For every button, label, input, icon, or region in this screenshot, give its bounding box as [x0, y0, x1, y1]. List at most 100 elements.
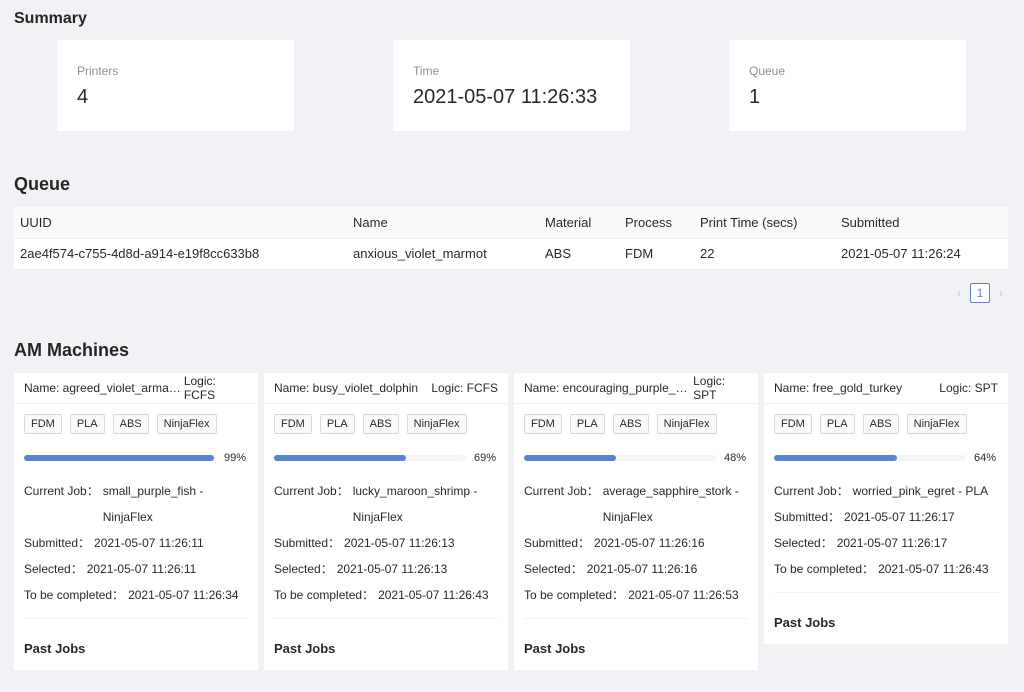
chevron-left-icon[interactable]: ‹ — [952, 286, 966, 300]
machine-card-header: Name: agreed_violet_armadillo Logic: FCF… — [14, 373, 258, 404]
stat-value: 4 — [77, 86, 89, 108]
tag-ninjaflex: NinjaFlex — [156, 414, 217, 434]
machine-name: Name: agreed_violet_armadillo — [24, 381, 184, 395]
material-tags: FDM PLA ABS NinjaFlex — [774, 414, 998, 434]
machine-card: Name: free_gold_turkey Logic: SPT FDM PL… — [764, 373, 1008, 644]
submitted-value: 2021-05-07 11:26:11 — [94, 536, 204, 550]
tag-abs: ABS — [862, 414, 899, 434]
am-machines-title: AM Machines — [14, 340, 130, 360]
machine-name: Name: busy_violet_dolphin — [274, 381, 419, 395]
selected-label: Selected： — [24, 562, 83, 576]
machine-card-header: Name: free_gold_turkey Logic: SPT — [764, 373, 1008, 404]
tag-fdm: FDM — [274, 414, 312, 434]
stat-label: Printers — [77, 64, 119, 78]
stat-value: 2021-05-07 11:26:33 — [413, 86, 598, 108]
selected-value: 2021-05-07 11:26:16 — [586, 562, 698, 576]
progress-fill — [274, 455, 407, 461]
current-job-label: Current Job： — [774, 484, 849, 498]
machine-logic: Logic: SPT — [939, 381, 998, 395]
stat-label: Time — [413, 64, 440, 78]
machine-logic: Logic: FCFS — [431, 381, 498, 395]
machine-card-header: Name: encouraging_purple_plat... Logic: … — [514, 373, 758, 404]
stat-label: Queue — [749, 64, 786, 78]
submitted-label: Submitted： — [524, 536, 591, 550]
progress-bar: 48% — [524, 452, 748, 464]
machine-card: Name: busy_violet_dolphin Logic: FCFS FD… — [264, 373, 508, 670]
completed-label: To be completed： — [24, 588, 125, 602]
tag-abs: ABS — [612, 414, 649, 434]
progress-percent: 99% — [224, 452, 247, 464]
submitted-label: Submitted： — [274, 536, 341, 550]
completed-value: 2021-05-07 11:26:53 — [628, 588, 739, 602]
machine-logic: Logic: FCFS — [183, 374, 216, 402]
tag-pla: PLA — [69, 414, 105, 434]
summary-title: Summary — [14, 10, 87, 27]
current-job-value: worried_pink_egret - PLA — [852, 484, 989, 498]
column-header-submitted[interactable]: Submitted — [835, 207, 1008, 239]
current-job-label: Current Job： — [24, 484, 99, 498]
past-jobs-heading[interactable]: Past Jobs — [24, 619, 248, 670]
cell-uuid: 2ae4f574-c755-4d8d-a914-e19f8cc633b8 — [14, 238, 347, 270]
column-header-print-time[interactable]: Print Time (secs) — [694, 207, 835, 239]
column-header-material[interactable]: Material — [539, 207, 619, 239]
current-job-value: small_purple_fish - NinjaFlex — [102, 484, 204, 524]
stat-card-printers: Printers 4 — [57, 40, 294, 131]
cell-name: anxious_violet_marmot — [347, 238, 539, 270]
progress-bar: 69% — [274, 452, 498, 464]
stat-card-time: Time 2021-05-07 11:26:33 — [393, 40, 630, 131]
progress-fill — [24, 455, 215, 461]
tag-pla: PLA — [319, 414, 355, 434]
material-tags: FDM PLA ABS NinjaFlex — [274, 414, 498, 434]
current-job-value: average_sapphire_stork - NinjaFlex — [602, 484, 739, 524]
progress-percent: 64% — [974, 452, 997, 464]
selected-label: Selected： — [274, 562, 333, 576]
submitted-label: Submitted： — [24, 536, 91, 550]
page-number-button[interactable]: 1 — [970, 283, 990, 303]
machine-name: Name: free_gold_turkey — [774, 381, 903, 395]
tag-ninjaflex: NinjaFlex — [656, 414, 717, 434]
tag-abs: ABS — [112, 414, 149, 434]
queue-table: UUID Name Material Process Print Time (s… — [14, 207, 1008, 270]
submitted-value: 2021-05-07 11:26:17 — [844, 510, 955, 524]
table-row[interactable]: 2ae4f574-c755-4d8d-a914-e19f8cc633b8 anx… — [14, 238, 1008, 270]
submitted-value: 2021-05-07 11:26:13 — [344, 536, 455, 550]
queue-title: Queue — [14, 174, 71, 194]
progress-bar: 64% — [774, 452, 998, 464]
table-header-row: UUID Name Material Process Print Time (s… — [14, 207, 1008, 239]
stat-card-queue: Queue 1 — [729, 40, 966, 131]
progress-track — [24, 455, 216, 461]
completed-label: To be completed： — [774, 562, 875, 576]
completed-value: 2021-05-07 11:26:43 — [878, 562, 989, 576]
tag-fdm: FDM — [774, 414, 812, 434]
column-header-uuid[interactable]: UUID — [14, 207, 347, 239]
past-jobs-heading[interactable]: Past Jobs — [524, 619, 748, 670]
tag-fdm: FDM — [24, 414, 62, 434]
material-tags: FDM PLA ABS NinjaFlex — [24, 414, 248, 434]
cell-submitted: 2021-05-07 11:26:24 — [835, 238, 1008, 270]
progress-bar: 99% — [24, 452, 248, 464]
progress-percent: 69% — [474, 452, 497, 464]
submitted-value: 2021-05-07 11:26:16 — [594, 536, 705, 550]
column-header-process[interactable]: Process — [619, 207, 694, 239]
chevron-right-icon[interactable]: › — [994, 286, 1008, 300]
material-tags: FDM PLA ABS NinjaFlex — [524, 414, 748, 434]
past-jobs-heading[interactable]: Past Jobs — [774, 593, 998, 644]
pagination: ‹ 1 › — [952, 283, 1008, 303]
past-jobs-heading[interactable]: Past Jobs — [274, 619, 498, 670]
machine-card: Name: agreed_violet_armadillo Logic: FCF… — [14, 373, 258, 670]
column-header-name[interactable]: Name — [347, 207, 539, 239]
submitted-label: Submitted： — [774, 510, 841, 524]
machine-name: Name: encouraging_purple_plat... — [524, 381, 694, 395]
tag-abs: ABS — [362, 414, 399, 434]
progress-percent: 48% — [724, 452, 747, 464]
selected-value: 2021-05-07 11:26:17 — [836, 536, 948, 550]
current-job-label: Current Job： — [524, 484, 599, 498]
completed-value: 2021-05-07 11:26:34 — [128, 588, 239, 602]
progress-fill — [524, 455, 617, 461]
completed-value: 2021-05-07 11:26:43 — [378, 588, 489, 602]
machine-logic: Logic: SPT — [693, 374, 726, 402]
cell-process: FDM — [619, 238, 694, 270]
cell-print-time: 22 — [694, 238, 835, 270]
current-job-value: lucky_maroon_shrimp - NinjaFlex — [352, 484, 478, 524]
current-job-label: Current Job： — [274, 484, 349, 498]
